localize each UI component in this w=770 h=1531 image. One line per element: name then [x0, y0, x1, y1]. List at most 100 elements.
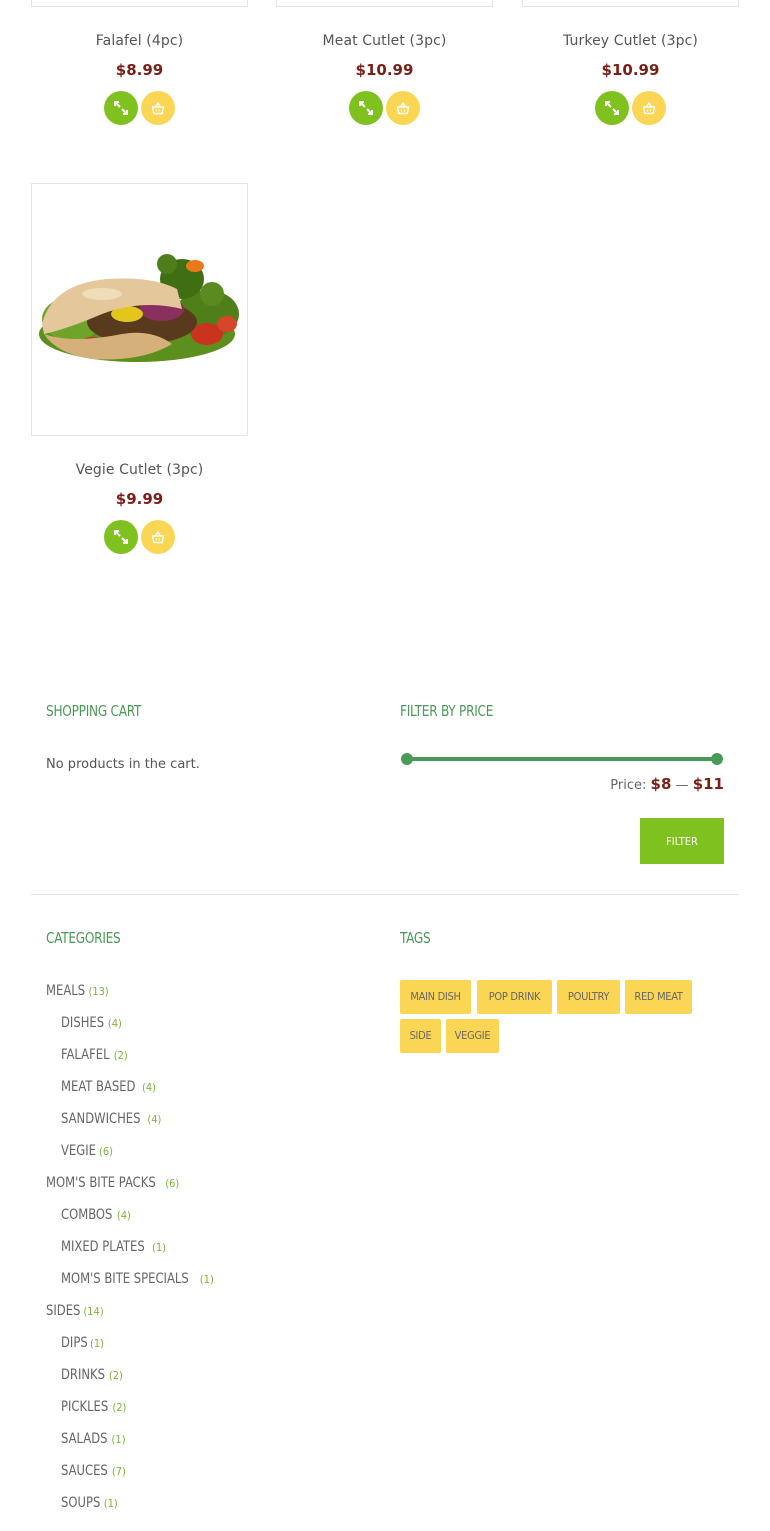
product-name[interactable]: Vegie Cutlet (3pc)	[31, 461, 248, 479]
expand-icon	[605, 101, 619, 115]
tag-side[interactable]: SIDE	[400, 1019, 441, 1053]
product-image[interactable]	[31, 0, 248, 7]
product-image[interactable]	[276, 0, 493, 7]
category-name[interactable]: SOUPS	[61, 1487, 100, 1519]
tag-red-meat[interactable]: RED MEAT	[625, 980, 692, 1014]
price-slider-min-handle[interactable]	[401, 753, 413, 765]
product-card: Turkey Cutlet (3pc) $10.99	[522, 0, 739, 125]
category-count: (4)	[141, 1081, 156, 1094]
category-name[interactable]: FALAFEL	[61, 1039, 110, 1071]
category-name[interactable]: SAUCES	[61, 1455, 108, 1487]
category-item[interactable]: SOUPS (1)	[46, 1487, 346, 1519]
category-count: (1)	[111, 1433, 126, 1446]
expand-icon	[114, 530, 128, 544]
category-item[interactable]: SANDWICHES (4)	[46, 1103, 346, 1135]
category-list: MEALS (13) DISHES (4) FALAFEL (2) MEAT BASE…	[46, 975, 346, 1519]
divider	[31, 894, 739, 895]
category-count: (2)	[113, 1049, 128, 1062]
category-name[interactable]: PICKLES	[61, 1391, 108, 1423]
category-count: (1)	[199, 1273, 214, 1286]
quick-view-button[interactable]	[595, 91, 629, 125]
category-count: (4)	[116, 1209, 131, 1222]
product-image[interactable]	[31, 183, 248, 436]
category-name[interactable]: MOM'S BITE PACKS	[46, 1167, 156, 1199]
expand-icon	[359, 101, 373, 115]
category-item[interactable]: PICKLES (2)	[46, 1391, 346, 1423]
category-item[interactable]: VEGIE (6)	[46, 1135, 346, 1167]
category-item[interactable]: SAUCES (7)	[46, 1455, 346, 1487]
category-name[interactable]: MOM'S BITE SPECIALS	[61, 1263, 189, 1295]
category-item[interactable]: SIDES (14)	[46, 1295, 346, 1327]
category-count: (6)	[165, 1177, 180, 1190]
category-item[interactable]: FALAFEL (2)	[46, 1039, 346, 1071]
price-slider-max-handle[interactable]	[711, 753, 723, 765]
shopping-cart-title: SHOPPING CART	[46, 702, 142, 720]
filter-button[interactable]: FILTER	[640, 818, 724, 864]
categories-title: CATEGORIES	[46, 929, 121, 947]
category-count: (14)	[83, 1305, 104, 1318]
product-card: Meat Cutlet (3pc) $10.99	[276, 0, 493, 125]
category-name[interactable]: SALADS	[61, 1423, 107, 1455]
category-count: (6)	[99, 1145, 114, 1158]
category-name[interactable]: SIDES	[46, 1295, 80, 1327]
category-item[interactable]: DIPS (1)	[46, 1327, 346, 1359]
category-count: (1)	[151, 1241, 166, 1254]
price-slider-track[interactable]	[406, 757, 718, 761]
add-to-cart-button[interactable]	[141, 520, 175, 554]
category-item[interactable]: MEALS (13)	[46, 975, 346, 1007]
category-item[interactable]: DISHES (4)	[46, 1007, 346, 1039]
category-item[interactable]: DRINKS (2)	[46, 1359, 346, 1391]
product-card: Vegie Cutlet (3pc) $9.99	[31, 183, 248, 554]
category-item[interactable]: SALADS (1)	[46, 1423, 346, 1455]
product-price: $10.99	[355, 61, 414, 79]
quick-view-button[interactable]	[104, 91, 138, 125]
category-name[interactable]: VEGIE	[61, 1135, 96, 1167]
category-item[interactable]: MOM'S BITE SPECIALS (1)	[46, 1263, 346, 1295]
price-separator: —	[675, 778, 689, 793]
expand-icon	[114, 101, 128, 115]
category-count: (1)	[90, 1337, 105, 1350]
category-name[interactable]: DISHES	[61, 1007, 104, 1039]
category-name[interactable]: MEAT BASED	[61, 1071, 135, 1103]
product-price: $9.99	[115, 490, 164, 508]
add-to-cart-button[interactable]	[386, 91, 420, 125]
add-to-cart-button[interactable]	[141, 91, 175, 125]
add-to-cart-button[interactable]	[632, 91, 666, 125]
category-name[interactable]: SANDWICHES	[61, 1103, 140, 1135]
filter-by-price-title: FILTER BY PRICE	[400, 702, 494, 720]
category-item[interactable]: COMBOS (4)	[46, 1199, 346, 1231]
category-count: (4)	[107, 1017, 122, 1030]
category-count: (7)	[111, 1465, 126, 1478]
product-price: $8.99	[115, 61, 164, 79]
quick-view-button[interactable]	[349, 91, 383, 125]
category-name[interactable]: DIPS	[61, 1327, 88, 1359]
tag-veggie[interactable]: VEGGIE	[446, 1019, 499, 1053]
tag-pop-drink[interactable]: POP DRINK	[477, 980, 552, 1014]
price-min: $8	[650, 775, 672, 793]
category-count: (13)	[88, 985, 109, 998]
product-name[interactable]: Turkey Cutlet (3pc)	[522, 32, 739, 50]
tag-main-dish[interactable]: MAIN DISH	[400, 980, 471, 1014]
basket-icon	[396, 101, 410, 115]
category-item[interactable]: MEAT BASED (4)	[46, 1071, 346, 1103]
basket-icon	[642, 101, 656, 115]
category-name[interactable]: DRINKS	[61, 1359, 105, 1391]
tag-poultry[interactable]: POULTRY	[557, 980, 620, 1014]
category-name[interactable]: COMBOS	[61, 1199, 112, 1231]
category-count: (2)	[112, 1401, 127, 1414]
product-name[interactable]: Falafel (4pc)	[31, 32, 248, 50]
product-card: Falafel (4pc) $8.99	[31, 0, 248, 125]
category-item[interactable]: MIXED PLATES (1)	[46, 1231, 346, 1263]
category-item[interactable]: MOM'S BITE PACKS (6)	[46, 1167, 346, 1199]
category-name[interactable]: MIXED PLATES	[61, 1231, 145, 1263]
product-image[interactable]	[522, 0, 739, 7]
category-count: (4)	[147, 1113, 162, 1126]
price-prefix: Price:	[610, 778, 647, 793]
product-price: $10.99	[601, 61, 660, 79]
tags-title: TAGS	[400, 929, 431, 947]
price-max: $11	[692, 775, 724, 793]
category-name[interactable]: MEALS	[46, 975, 85, 1007]
category-count: (2)	[108, 1369, 123, 1382]
product-name[interactable]: Meat Cutlet (3pc)	[276, 32, 493, 50]
quick-view-button[interactable]	[104, 520, 138, 554]
